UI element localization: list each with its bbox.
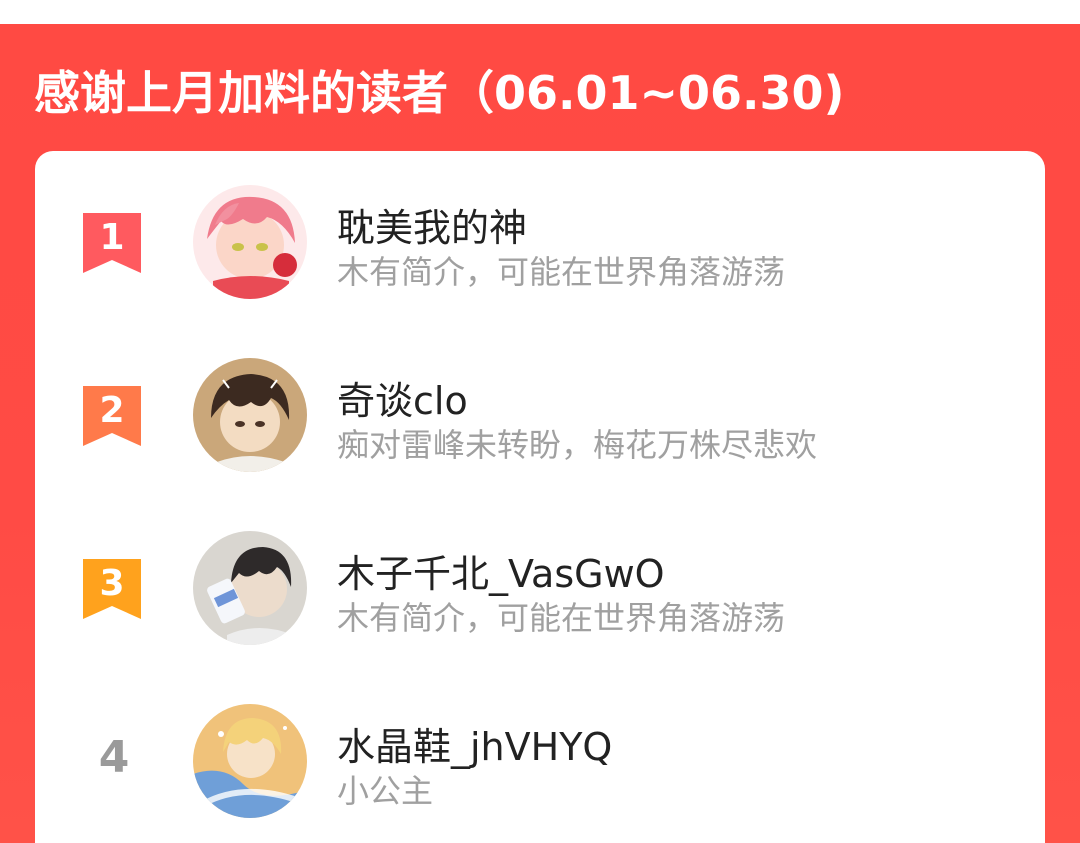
avatar[interactable] <box>193 185 307 299</box>
reader-row[interactable]: 3 木子千北_VasGwO 木有简介，可能在世界角落游荡 <box>35 531 1045 651</box>
reader-row[interactable]: 4 水晶鞋_jhVHYQ 小公主 <box>35 704 1045 824</box>
rank-badge-icon: 3 <box>83 559 141 619</box>
reader-name: 木子千北_VasGwO <box>337 552 665 596</box>
reader-description: 木有简介，可能在世界角落游荡 <box>337 253 786 291</box>
anime-avatar-brown-hair-icon <box>193 358 307 472</box>
anime-avatar-red-hair-icon <box>193 185 307 299</box>
rank-number: 2 <box>99 390 124 431</box>
rank-number: 4 <box>98 732 130 783</box>
reader-row[interactable]: 1 耽美我的神 木有简介，可能在世界角落游荡 <box>35 185 1045 305</box>
reader-row[interactable]: 2 奇谈clo 痴对雷峰未转盼，梅花万株尽悲欢 <box>35 358 1045 478</box>
rank-number: 3 <box>99 563 124 604</box>
reader-description: 小公主 <box>337 772 434 810</box>
avatar[interactable] <box>193 704 307 818</box>
rank-number: 1 <box>99 217 124 258</box>
reader-list-card: 1 耽美我的神 木有简介，可能在世界角落游荡 2 奇谈clo 痴对雷峰未转盼，梅… <box>35 151 1045 843</box>
leaderboard-title: 感谢上月加料的读者（06.01~06.30) <box>34 66 845 120</box>
reader-name: 水晶鞋_jhVHYQ <box>337 725 613 769</box>
rank-badge-icon: 2 <box>83 386 141 446</box>
rank-badge-icon: 1 <box>83 213 141 273</box>
reader-name: 耽美我的神 <box>337 206 528 250</box>
anime-avatar-blonde-icon <box>193 704 307 818</box>
avatar[interactable] <box>193 358 307 472</box>
reader-description: 木有简介，可能在世界角落游荡 <box>337 599 786 637</box>
reader-name: 奇谈clo <box>337 379 468 423</box>
reader-description: 痴对雷峰未转盼，梅花万株尽悲欢 <box>337 426 818 464</box>
anime-avatar-drinking-icon <box>193 531 307 645</box>
avatar[interactable] <box>193 531 307 645</box>
page: 感谢上月加料的读者（06.01~06.30) 1 耽美我的神 木有简介，可能在世… <box>0 0 1080 843</box>
